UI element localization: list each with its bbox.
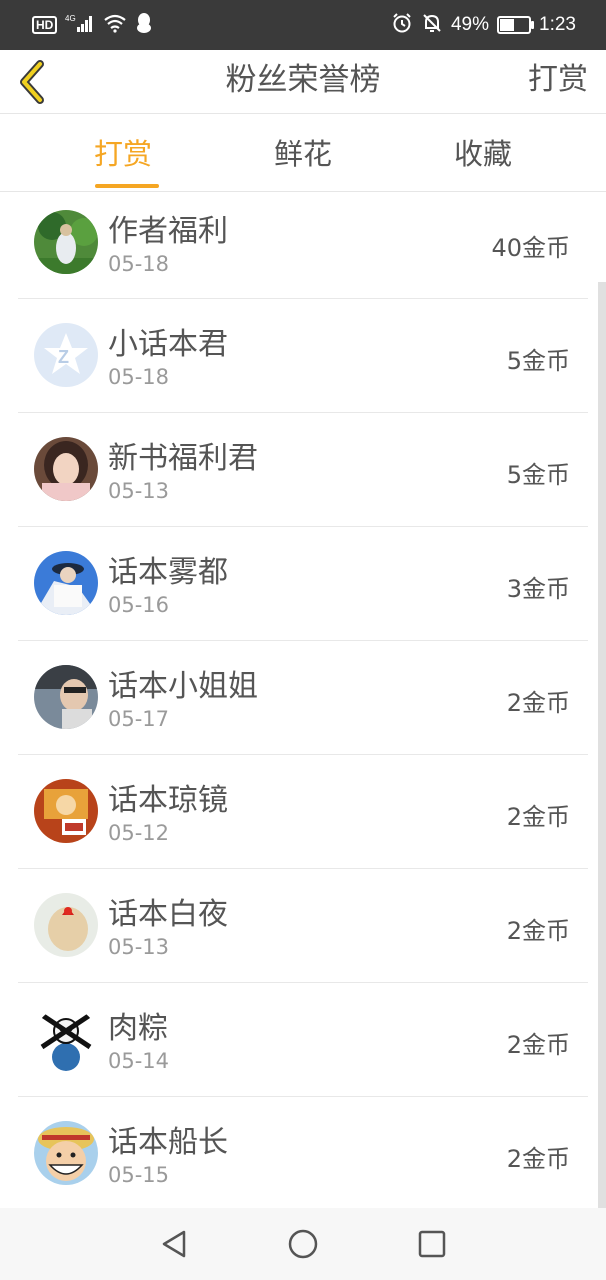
nav-back-button[interactable]: [156, 1226, 192, 1262]
reward-amount: 2金币: [506, 1031, 570, 1059]
fan-name: 新书福利君: [108, 441, 258, 476]
avatar: [34, 551, 98, 615]
tab-flowers-label: 鲜花: [273, 137, 332, 171]
fan-name: 话本白夜: [108, 897, 228, 932]
tab-reward-label: 打赏: [93, 137, 152, 171]
avatar: [34, 437, 98, 501]
mute-bell-icon: [421, 12, 443, 39]
scrollbar[interactable]: [598, 282, 606, 1208]
hd-badge: HD: [32, 16, 58, 34]
wifi-icon: [103, 13, 127, 38]
avatar: [34, 665, 98, 729]
reward-amount: 3金币: [506, 575, 570, 603]
avatar: [34, 779, 98, 843]
list-item[interactable]: 话本小姐姐 05-17 2金币: [18, 641, 588, 755]
avatar: [34, 1007, 98, 1071]
status-bar: HD 4G 49% 1:23: [0, 0, 606, 50]
status-bar-left: HD 4G: [32, 12, 153, 39]
reward-amount: 5金币: [506, 461, 570, 489]
system-nav-bar: [0, 1208, 606, 1280]
reward-date: 05-14: [108, 1049, 170, 1073]
alarm-icon: [391, 12, 413, 39]
tab-reward[interactable]: 打赏: [63, 114, 183, 192]
fan-name: 作者福利: [108, 214, 228, 249]
reward-date: 05-18: [108, 252, 170, 276]
back-triangle-icon: [156, 1230, 192, 1266]
reward-date: 05-13: [108, 935, 170, 959]
battery-percent: 49%: [450, 14, 490, 35]
list-item[interactable]: 话本琼镜 05-12 2金币: [18, 755, 588, 869]
fan-name: 话本船长: [108, 1125, 228, 1160]
fan-name: 话本琼镜: [108, 783, 228, 818]
list-item[interactable]: Z 小话本君 05-18 5金币: [18, 299, 588, 413]
reward-action-button[interactable]: 打赏: [528, 50, 588, 114]
reward-amount: 2金币: [506, 689, 570, 717]
clock: 1:23: [539, 14, 576, 35]
active-tab-indicator: [95, 184, 159, 188]
reward-date: 05-17: [108, 707, 170, 731]
list-item[interactable]: 话本雾都 05-16 3金币: [18, 527, 588, 641]
status-bar-right: 49% 1:23: [391, 12, 576, 39]
reward-date: 05-18: [108, 365, 170, 389]
svg-text:Z: Z: [58, 347, 69, 367]
reward-amount: 2金币: [506, 1145, 570, 1173]
list-item[interactable]: 话本白夜 05-13 2金币: [18, 869, 588, 983]
home-circle-icon: [285, 1229, 321, 1266]
reward-amount: 40金币: [491, 234, 570, 262]
list-item[interactable]: 新书福利君 05-13 5金币: [18, 413, 588, 527]
list-item[interactable]: 肉粽 05-14 2金币: [18, 983, 588, 1097]
reward-date: 05-15: [108, 1163, 170, 1187]
tab-favorites[interactable]: 收藏: [423, 114, 543, 192]
signal-icon: 4G: [65, 13, 95, 38]
nav-recents-button[interactable]: [414, 1226, 450, 1262]
battery-icon: [497, 16, 535, 34]
fan-ranking-list: 作者福利 05-18 40金币 Z 小话本君 05-18 5金币 新书福利君 0…: [0, 192, 606, 1211]
reward-date: 05-16: [108, 593, 170, 617]
fan-name: 小话本君: [108, 327, 228, 362]
avatar: Z: [34, 323, 98, 387]
header: 粉丝荣誉榜 打赏: [0, 50, 606, 114]
reward-amount: 5金币: [506, 347, 570, 375]
fan-name: 肉粽: [108, 1011, 168, 1046]
avatar: [34, 1121, 98, 1185]
page-title: 粉丝荣誉榜: [225, 62, 381, 98]
tab-bar: 打赏 鲜花 收藏: [0, 114, 606, 192]
recents-square-icon: [414, 1230, 450, 1266]
tab-favorites-label: 收藏: [453, 137, 512, 171]
reward-date: 05-12: [108, 821, 170, 845]
reward-amount: 2金币: [506, 917, 570, 945]
avatar: [34, 210, 98, 274]
qq-icon: [135, 12, 153, 39]
nav-home-button[interactable]: [285, 1226, 321, 1262]
reward-amount: 2金币: [506, 803, 570, 831]
fan-name: 话本雾都: [108, 555, 228, 590]
list-item[interactable]: 作者福利 05-18 40金币: [18, 192, 588, 299]
fan-name: 话本小姐姐: [108, 669, 258, 704]
reward-date: 05-13: [108, 479, 170, 503]
network-type: 4G: [65, 14, 76, 23]
tab-flowers[interactable]: 鲜花: [243, 114, 363, 192]
battery-level: [500, 19, 515, 31]
avatar: [34, 893, 98, 957]
list-item[interactable]: 话本船长 05-15 2金币: [18, 1097, 588, 1211]
